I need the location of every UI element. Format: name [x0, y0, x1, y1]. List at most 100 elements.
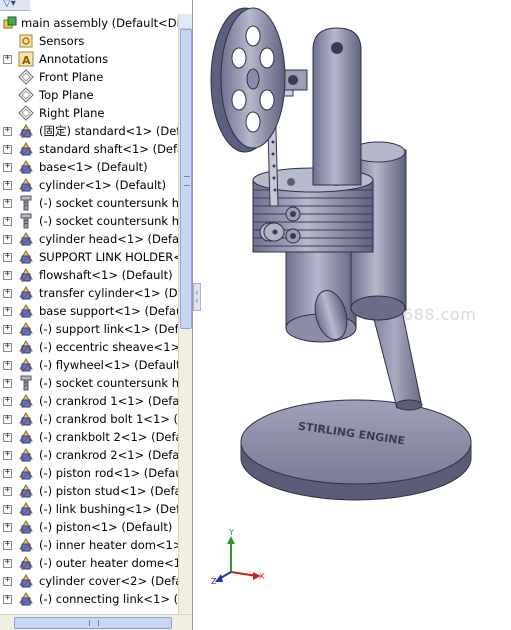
tree-item[interactable]: cylinder<1> (Default): [0, 176, 178, 194]
plane-icon: [18, 105, 34, 121]
expand-toggle-icon[interactable]: [3, 559, 12, 568]
expand-toggle-icon[interactable]: [3, 397, 12, 406]
expand-toggle-icon[interactable]: [3, 415, 12, 424]
part-icon: [18, 573, 34, 589]
tree-item[interactable]: (-) crankrod 1<1> (Default): [0, 392, 192, 410]
tree-item[interactable]: Front Plane: [0, 68, 178, 86]
expand-toggle-icon[interactable]: [3, 505, 12, 514]
tree-item[interactable]: (-) connecting link<1> (Defa: [0, 590, 192, 608]
expand-toggle-icon[interactable]: [3, 595, 12, 604]
expand-toggle-icon[interactable]: [3, 451, 12, 460]
tree-item[interactable]: Top Plane: [0, 86, 178, 104]
tree-item[interactable]: (-) eccentric sheave<1> (De: [0, 338, 192, 356]
horizontal-scroll-thumb[interactable]: [14, 617, 172, 629]
graphics-viewport[interactable]: ead2688.com STIRLING ENGINE Y X Z: [201, 0, 511, 630]
tree-item-label: (-) piston<1> (Default): [39, 520, 173, 534]
expand-toggle-icon[interactable]: [3, 181, 12, 190]
tree-item-label: cylinder head<1> (Default): [39, 232, 193, 246]
expand-toggle-icon[interactable]: [3, 163, 12, 172]
tree-item[interactable]: (-) inner heater dom<1> (De: [0, 536, 192, 554]
part-icon: [18, 249, 34, 265]
tree-item[interactable]: (-) socket countersunk head: [0, 212, 192, 230]
tree-item[interactable]: (-) socket countersunk head: [0, 374, 192, 392]
tree-item[interactable]: (-) outer heater dome<1> (D: [0, 554, 192, 572]
flywheel[interactable]: [210, 7, 286, 153]
expand-toggle-icon[interactable]: [3, 199, 12, 208]
feature-manager-tree: ▽▾ main assembly (Default<Display Sensors…: [0, 0, 193, 630]
filter-icon[interactable]: ▽▾: [3, 0, 16, 9]
expand-toggle-icon[interactable]: [3, 523, 12, 532]
vertical-scrollbar[interactable]: [178, 14, 192, 614]
support-link-plate[interactable]: [312, 27, 362, 186]
tree-item[interactable]: (-) support link<1> (Default): [0, 320, 192, 338]
tree-item[interactable]: standard shaft<1> (Default): [0, 140, 192, 158]
expand-toggle-icon[interactable]: [3, 55, 12, 64]
horizontal-scrollbar[interactable]: [0, 614, 192, 630]
tree-item[interactable]: transfer cylinder<1> (Defau: [0, 284, 192, 302]
transfer-cylinder[interactable]: [285, 249, 357, 343]
screw-icon: [18, 213, 34, 229]
tree-item[interactable]: (-) crankrod 2<1> (Default): [0, 446, 192, 464]
scroll-thumb[interactable]: [180, 29, 192, 329]
tree-item[interactable]: base<1> (Default): [0, 158, 178, 176]
tree-item[interactable]: (-) crankbolt 2<1> (Default): [0, 428, 192, 446]
tree-item[interactable]: (-) piston<1> (Default): [0, 518, 178, 536]
stirling-engine-model[interactable]: STIRLING ENGINE Y X Z: [201, 0, 511, 630]
assembly-icon: [2, 15, 18, 31]
part-icon: [18, 411, 34, 427]
expand-toggle-icon[interactable]: [3, 289, 12, 298]
tree-item-label: (-) socket countersunk head: [39, 196, 193, 210]
expand-toggle-icon[interactable]: [3, 469, 12, 478]
triad-x-label: X: [259, 572, 265, 581]
tree-item-label: standard shaft<1> (Default): [39, 142, 193, 156]
tree-item[interactable]: flowshaft<1> (Default): [0, 266, 178, 284]
expand-toggle-icon[interactable]: [3, 577, 12, 586]
expand-toggle-icon[interactable]: [3, 325, 12, 334]
tree-item[interactable]: (固定) standard<1> (Default: [0, 122, 192, 140]
tree-item[interactable]: cylinder head<1> (Default): [0, 230, 192, 248]
tree-item-label: Sensors: [39, 34, 85, 48]
tree-filter-bar[interactable]: ▽▾: [0, 0, 30, 11]
tree-item-label: (-) socket countersunk head: [39, 376, 193, 390]
expand-toggle-icon[interactable]: [3, 145, 12, 154]
screw-icon: [18, 195, 34, 211]
tree-item[interactable]: A Annotations: [0, 50, 178, 68]
expand-toggle-icon[interactable]: [3, 487, 12, 496]
tree-item-label: (-) connecting link<1> (Defa: [39, 592, 193, 606]
base-plate[interactable]: STIRLING ENGINE: [240, 399, 472, 501]
tree-root-assembly[interactable]: main assembly (Default<Display: [0, 14, 192, 32]
tree-item[interactable]: Sensors: [0, 32, 178, 50]
tree-item-label: Right Plane: [39, 106, 105, 120]
panel-splitter-handle[interactable]: ‹ ‹: [193, 283, 201, 311]
part-icon: [18, 483, 34, 499]
screw-icon: [18, 375, 34, 391]
expand-toggle-icon[interactable]: [3, 307, 12, 316]
part-icon: [18, 285, 34, 301]
piston-knob[interactable]: [263, 222, 285, 242]
tree-item[interactable]: (-) piston rod<1> (Default): [0, 464, 192, 482]
tree-item[interactable]: (-) link bushing<1> (Default): [0, 500, 192, 518]
expand-toggle-icon[interactable]: [3, 541, 12, 550]
sensors-icon: [18, 33, 34, 49]
tree-item[interactable]: (-) crankrod bolt 1<1> (Defa: [0, 410, 192, 428]
tree-item[interactable]: (-) piston stud<1> (Default): [0, 482, 192, 500]
tree-item[interactable]: (-) socket countersunk head: [0, 194, 192, 212]
expand-toggle-icon[interactable]: [3, 271, 12, 280]
expand-toggle-icon[interactable]: [3, 379, 12, 388]
scroll-up-arrow[interactable]: [179, 14, 192, 29]
tree-item-label: base support<1> (Default): [39, 304, 193, 318]
expand-toggle-icon[interactable]: [3, 361, 12, 370]
tree-item[interactable]: SUPPORT LINK HOLDER<1>: [0, 248, 192, 266]
tree-item[interactable]: (-) flywheel<1> (Default): [0, 356, 185, 374]
plane-icon: [18, 87, 34, 103]
expand-toggle-icon[interactable]: [3, 433, 12, 442]
expand-toggle-icon[interactable]: [3, 253, 12, 262]
expand-toggle-icon[interactable]: [3, 217, 12, 226]
tree-item[interactable]: Right Plane: [0, 104, 178, 122]
expand-toggle-icon[interactable]: [3, 235, 12, 244]
tree-item[interactable]: cylinder cover<2> (Default): [0, 572, 192, 590]
tree-item[interactable]: base support<1> (Default): [0, 302, 192, 320]
expand-toggle-icon[interactable]: [3, 343, 12, 352]
tree-item-label: (-) flywheel<1> (Default): [39, 358, 186, 372]
expand-toggle-icon[interactable]: [3, 127, 12, 136]
